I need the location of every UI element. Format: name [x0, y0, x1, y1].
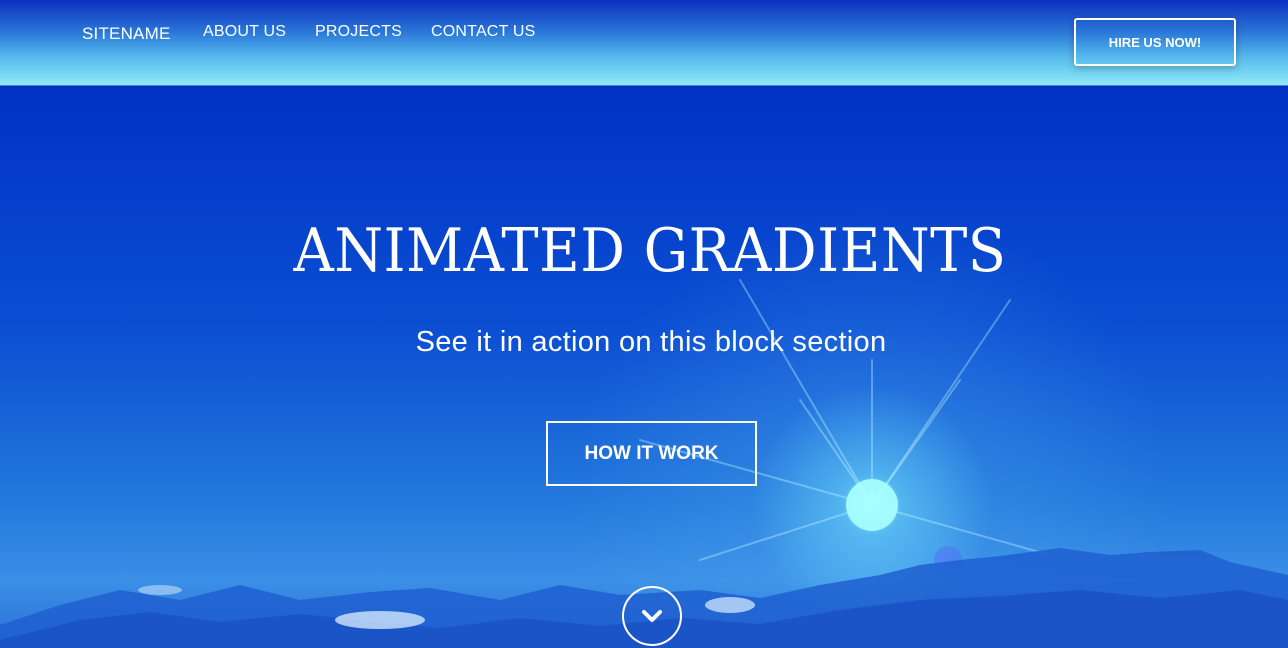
- hero-subtitle: See it in action on this block section: [415, 326, 887, 358]
- hire-us-button[interactable]: HIRE US NOW!: [1074, 18, 1236, 66]
- scroll-down-button[interactable]: [622, 586, 682, 646]
- chevron-down-icon: [642, 610, 662, 622]
- how-it-work-button[interactable]: HOW IT WORK: [546, 421, 757, 486]
- top-navbar: SITENAME ABOUT US PROJECTS CONTACT US HI…: [0, 0, 1288, 86]
- hero-title: ANIMATED GRADIENTS: [293, 216, 1007, 286]
- mountain-silhouette: [0, 548, 1288, 648]
- nav-about-us[interactable]: ABOUT US: [203, 23, 286, 41]
- brand-link[interactable]: SITENAME: [82, 24, 171, 44]
- nav-projects[interactable]: PROJECTS: [315, 23, 402, 41]
- nav-contact-us[interactable]: CONTACT US: [431, 23, 536, 41]
- hero-background: [0, 0, 1288, 648]
